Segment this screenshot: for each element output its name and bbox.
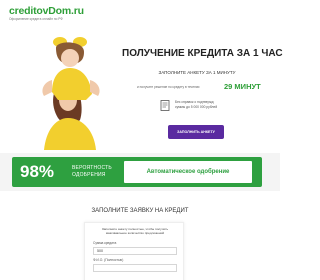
fullname-label: Ф.И.О. (Полностью) [93, 258, 124, 262]
hero-title: ПОЛУЧЕНИЕ КРЕДИТА ЗА 1 ЧАС [122, 48, 283, 59]
fill-form-button[interactable]: ЗАПОЛНИТЬ АНКЕТУ [168, 125, 224, 139]
site-header: creditovDom.ru Оформление кредита онлайн… [0, 0, 280, 22]
approval-banner: 98% ВЕРОЯТНОСТЬ ОДОБРЕНИЯ Автоматическое… [12, 157, 262, 187]
docs-line-2: суммы до 5 000 000 рублей [175, 104, 218, 109]
hero-section: ПОЛУЧЕНИЕ КРЕДИТА ЗА 1 ЧАС ЗАПОЛНИТЕ АНК… [0, 22, 283, 152]
approval-label-line-2: ОДОБРЕНИЯ [72, 171, 106, 178]
docs-text: Без справок о подтвержд суммы до 5 000 0… [175, 100, 217, 110]
intro-line-2: максимальное количество предложений [105, 231, 165, 236]
amount-label: Сумма кредита [93, 241, 117, 245]
logo-tagline: Оформление кредита онлайн по РФ [9, 17, 63, 21]
application-intro: Заполните анкету полностью, чтобы получи… [91, 227, 179, 236]
amount-input[interactable]: 500 [93, 247, 177, 255]
auto-approval-text: Автоматическое одобрение [146, 169, 230, 175]
decision-time: 29 МИНУТ [224, 82, 261, 91]
form-label: ЗАПОЛНИТЕ АНКЕТУ ЗА 1 МИНУТУ [158, 70, 236, 75]
decision-row: и получите решение по кредиту в течении … [137, 82, 267, 92]
approval-percent: 98% [20, 162, 55, 181]
approval-section: 98% ВЕРОЯТНОСТЬ ОДОБРЕНИЯ Автоматическое… [0, 153, 280, 191]
application-title: ЗАПОЛНИТЕ ЗАЯВКУ НА КРЕДИТ [91, 208, 189, 214]
auto-approval-box: Автоматическое одобрение [124, 161, 252, 183]
approval-label: ВЕРОЯТНОСТЬ ОДОБРЕНИЯ [72, 165, 112, 178]
decision-text: и получите решение по кредиту в течении [137, 85, 200, 89]
approval-label-line-1: ВЕРОЯТНОСТЬ [72, 165, 112, 171]
fullname-input[interactable] [93, 264, 177, 272]
hero-photo [42, 37, 100, 150]
application-form: Заполните анкету полностью, чтобы получи… [84, 222, 184, 280]
document-icon [160, 100, 170, 111]
application-section: ЗАПОЛНИТЕ ЗАЯВКУ НА КРЕДИТ Заполните анк… [0, 191, 280, 280]
site-logo[interactable]: creditovDom.ru [9, 5, 84, 17]
